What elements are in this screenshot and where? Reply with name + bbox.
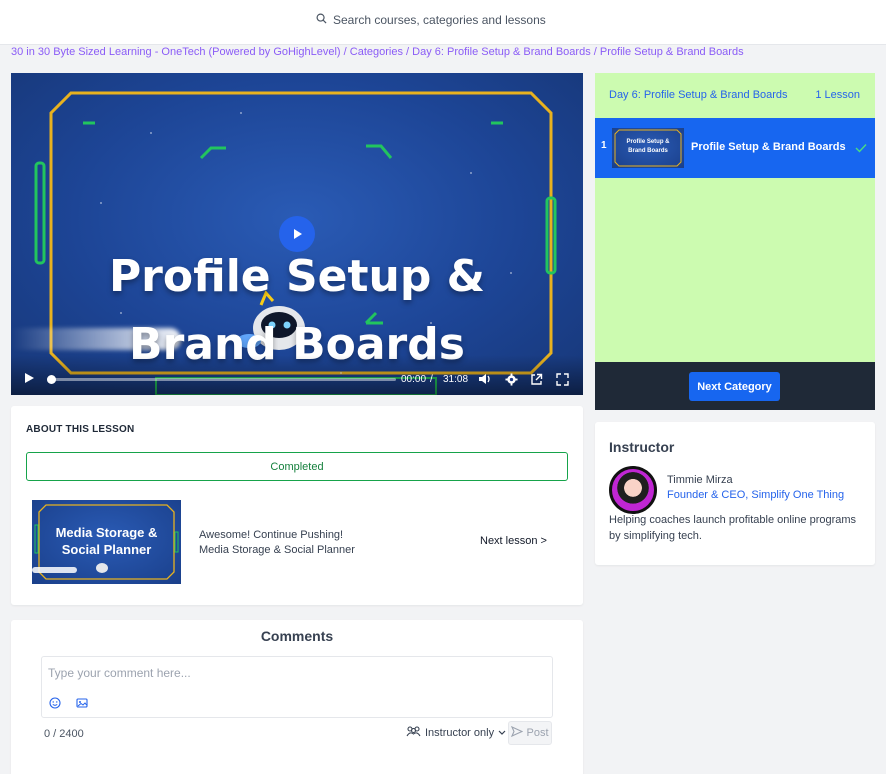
time-separator: / [430,374,433,385]
users-icon [406,726,421,740]
category-sidebar: Day 6: Profile Setup & Brand Boards 1 Le… [595,73,875,410]
popout-icon[interactable] [528,371,544,387]
comment-placeholder: Type your comment here... [48,666,191,680]
lesson-thumb-title: Profile Setup & Brand Boards [612,138,684,156]
video-controls: 00:00 / 31:08 [11,355,583,395]
comment-input[interactable]: Type your comment here... [41,656,553,718]
next-lesson-encouragement: Awesome! Continue Pushing! [199,529,344,541]
lesson-count: 1 Lesson [815,89,860,101]
play-icon [294,229,302,239]
category-header: Day 6: Profile Setup & Brand Boards 1 Le… [595,73,875,118]
next-thumb-title: Media Storage & Social Planner [32,524,181,558]
progress-knob[interactable] [47,375,56,384]
video-player[interactable]: Profile Setup & Brand Boards 00:00 / 31:… [11,73,583,395]
category-title[interactable]: Day 6: Profile Setup & Brand Boards [609,89,788,101]
post-label: Post [526,727,549,739]
current-time: 00:00 [401,374,427,385]
instructor-heading: Instructor [609,439,675,455]
video-title-line1: Profile Setup & [108,251,486,302]
breadcrumb-categories[interactable]: Categories [350,46,403,58]
volume-icon[interactable] [477,371,493,387]
instructor-role[interactable]: Founder & CEO, Simplify One Thing [667,489,844,501]
progress-bar[interactable] [47,375,396,384]
search-icon [316,11,327,29]
top-bar: Search courses, categories and lessons [0,0,886,45]
image-icon[interactable] [76,696,88,714]
next-lesson-thumbnail[interactable]: Media Storage & Social Planner [32,500,181,584]
next-thumb-line1: Media Storage & [55,525,158,540]
next-lesson-title: Media Storage & Social Planner [199,544,355,556]
play-button[interactable] [279,216,315,252]
comments-card: Comments Type your comment here... 0 / 2… [11,620,583,774]
visibility-label: Instructor only [425,727,495,739]
breadcrumb-separator: / [406,46,410,58]
chevron-down-icon [498,727,506,739]
lesson-number: 1 [601,140,607,151]
breadcrumb-current: Profile Setup & Brand Boards [599,46,744,58]
settings-gear-icon[interactable] [503,371,519,387]
next-thumb-line2: Social Planner [61,542,152,557]
send-icon [511,725,524,740]
completed-button[interactable]: Completed [26,452,568,481]
visibility-dropdown[interactable]: Instructor only [406,726,506,740]
search-bar[interactable]: Search courses, categories and lessons [310,6,580,34]
play-small-icon[interactable] [21,370,37,386]
lesson-item[interactable]: 1 Profile Setup & Brand Boards Profile S… [595,118,875,178]
breadcrumb-category[interactable]: Day 6: Profile Setup & Brand Boards [412,46,591,58]
breadcrumb-course[interactable]: 30 in 30 Byte Sized Learning - OneTech (… [11,46,341,58]
lesson-title: Profile Setup & Brand Boards [691,141,846,153]
instructor-card: Instructor Timmie Mirza Founder & CEO, S… [595,422,875,565]
avatar [609,466,657,514]
breadcrumb: 30 in 30 Byte Sized Learning - OneTech (… [11,46,744,58]
duration: 31:08 [443,374,469,385]
lesson-thumb-line1: Profile Setup & [626,139,670,145]
sidebar-footer: Next Category [595,362,875,410]
instructor-name: Timmie Mirza [667,474,733,486]
instructor-bio: Helping coaches launch profitable online… [609,514,857,542]
search-input[interactable]: Search courses, categories and lessons [333,13,546,27]
next-lesson-info: Awesome! Continue Pushing! Media Storage… [199,528,355,558]
about-lesson-card: ABOUT THIS LESSON Completed Media Storag… [11,406,583,605]
lesson-thumb-line2: Brand Boards [628,148,668,154]
post-button[interactable]: Post [508,721,552,745]
next-lesson-link[interactable]: Next lesson > [480,535,547,547]
emoji-icon[interactable] [49,696,61,714]
breadcrumb-separator: / [593,46,597,58]
character-counter: 0 / 2400 [44,728,84,740]
fullscreen-icon[interactable] [554,371,570,387]
lesson-thumbnail: Profile Setup & Brand Boards [612,128,684,168]
breadcrumb-separator: / [343,46,347,58]
checkmark-icon [855,140,867,158]
comments-title: Comments [260,628,334,644]
next-category-button[interactable]: Next Category [689,372,780,401]
about-heading: ABOUT THIS LESSON [26,424,135,435]
